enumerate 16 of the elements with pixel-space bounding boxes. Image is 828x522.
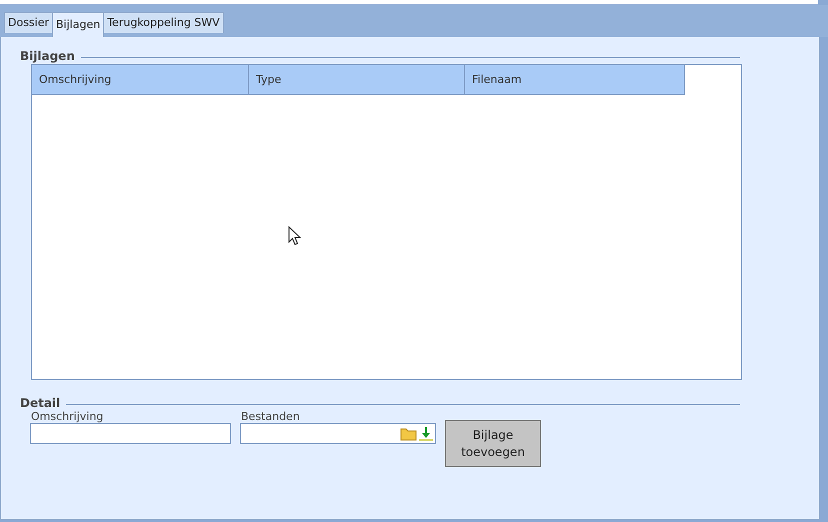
column-header[interactable]: Filenaam bbox=[465, 65, 685, 95]
group-legend: Detail bbox=[20, 396, 60, 410]
mouse-pointer-icon bbox=[288, 226, 302, 246]
add-attachment-button[interactable]: Bijlage toevoegen bbox=[445, 420, 541, 467]
description-field[interactable] bbox=[30, 423, 231, 444]
column-header[interactable]: Type bbox=[249, 65, 465, 95]
download-icon[interactable] bbox=[418, 426, 434, 442]
file-field[interactable] bbox=[240, 423, 436, 444]
folder-icon[interactable] bbox=[400, 426, 418, 440]
tab[interactable]: Dossier bbox=[4, 12, 54, 33]
field-label: Bestanden bbox=[241, 410, 301, 423]
tab[interactable]: Bijlagen bbox=[52, 12, 104, 37]
field-label: Omschrijving bbox=[31, 410, 104, 423]
group-legend: Bijlagen bbox=[20, 49, 75, 63]
column-header[interactable]: Omschrijving bbox=[32, 65, 249, 95]
tab[interactable]: Terugkoppeling SWV bbox=[103, 12, 224, 33]
